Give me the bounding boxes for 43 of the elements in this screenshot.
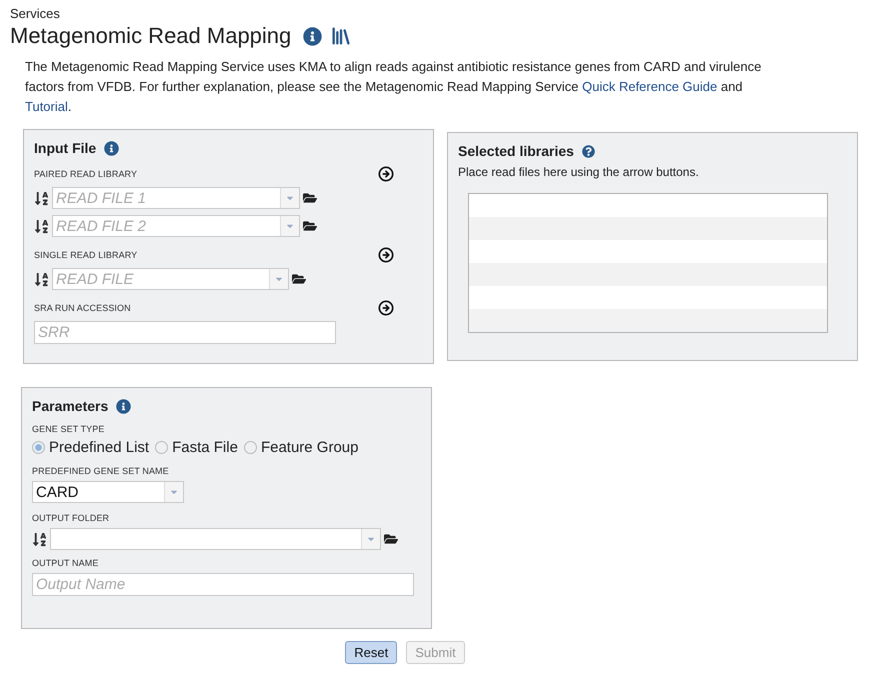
- text-field[interactable]: SRR: [34, 321, 336, 344]
- field-label: SINGLE READ LIBRARY: [34, 250, 138, 260]
- folder-icon[interactable]: [292, 272, 306, 286]
- radio-button[interactable]: [244, 441, 257, 454]
- field-label: PREDEFINED GENE SET NAME: [32, 466, 169, 476]
- link[interactable]: Tutorial: [25, 99, 68, 114]
- field-label: PAIRED READ LIBRARY: [34, 169, 138, 179]
- select-field[interactable]: [50, 528, 381, 550]
- form-button[interactable]: Reset: [345, 641, 398, 664]
- link[interactable]: Quick Reference Guide: [582, 79, 718, 94]
- panel-title: Parameters: [32, 398, 108, 414]
- library-icon[interactable]: [330, 25, 352, 47]
- add-arrow-button[interactable]: [378, 300, 394, 316]
- page-title: Metagenomic Read Mapping: [10, 23, 292, 49]
- info-icon[interactable]: [104, 140, 120, 156]
- add-arrow-button[interactable]: [378, 166, 394, 182]
- info-icon[interactable]: [116, 398, 132, 414]
- breadcrumb[interactable]: Services: [10, 6, 869, 21]
- field-label: SRA RUN ACCESSION: [34, 303, 131, 313]
- info-icon[interactable]: [303, 26, 322, 46]
- field-label: GENE SET TYPE: [32, 424, 104, 434]
- add-arrow-button[interactable]: [378, 247, 394, 263]
- field-label: OUTPUT NAME: [32, 558, 98, 568]
- sort-icon[interactable]: [34, 190, 49, 206]
- radio-label[interactable]: Feature Group: [260, 439, 358, 456]
- sort-icon[interactable]: [34, 218, 49, 234]
- sort-icon[interactable]: [32, 532, 47, 546]
- radio-button[interactable]: [155, 441, 168, 454]
- radio-label[interactable]: Fasta File: [172, 439, 238, 456]
- sort-icon[interactable]: [34, 272, 49, 286]
- hint-text: Place read files here using the arrow buttons.: [458, 165, 700, 179]
- description-text: The Metagenomic Read Mapping Service uses KMA to align reads against antibiotic resistance genes from CARD and virulence factors from VFDB. For further explanation, please see the Metagenomic Read Mapping Service Quick Reference Guide and Tutorial.: [25, 58, 762, 116]
- text-field[interactable]: Output Name: [32, 573, 414, 596]
- radio-button[interactable]: [32, 441, 45, 454]
- folder-icon[interactable]: [303, 219, 317, 233]
- panel-title: Input File: [34, 140, 96, 156]
- folder-icon[interactable]: [384, 532, 398, 546]
- select-field[interactable]: CARD: [32, 481, 184, 503]
- panel-title: Selected libraries: [458, 143, 574, 159]
- radio-label[interactable]: Predefined List: [49, 439, 150, 456]
- help-icon[interactable]: [582, 144, 595, 158]
- folder-icon[interactable]: [303, 191, 317, 205]
- field-label: OUTPUT FOLDER: [32, 513, 110, 523]
